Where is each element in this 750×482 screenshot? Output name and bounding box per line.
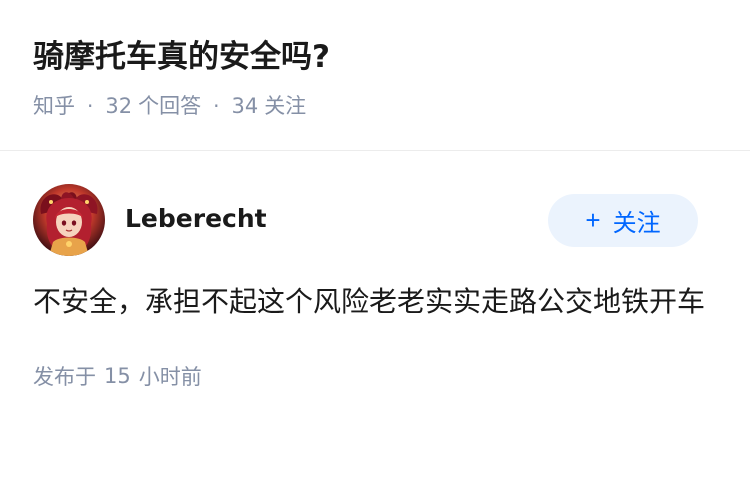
answer-timestamp: 发布于 15 小时前 <box>33 361 717 391</box>
published-unit: 小时前 <box>138 365 202 389</box>
answer-page: 骑摩托车真的安全吗? 知乎 · 32 个回答 · 34 关注 Leberecht… <box>0 0 750 482</box>
answer-card: Leberecht + 关注 不安全，承担不起这个风险老老实实走路公交地铁开车 … <box>0 151 750 391</box>
avatar[interactable] <box>33 184 105 256</box>
meta-separator: · <box>87 94 94 118</box>
follow-count: 34 <box>231 94 259 118</box>
plus-icon: + <box>585 205 601 235</box>
avatar-image <box>33 184 105 256</box>
follow-button[interactable]: + 关注 <box>548 193 698 247</box>
meta-separator: · <box>213 94 220 118</box>
follow-button-label: 关注 <box>612 209 661 237</box>
answer-content[interactable]: 不安全，承担不起这个风险老老实实走路公交地铁开车 <box>33 278 713 325</box>
question-title[interactable]: 骑摩托车真的安全吗? <box>33 34 717 80</box>
question-meta: 知乎 · 32 个回答 · 34 关注 <box>33 89 717 123</box>
question-source[interactable]: 知乎 <box>33 89 75 123</box>
answer-count-label: 个回答 <box>138 94 202 118</box>
published-label: 发布于 <box>33 365 96 389</box>
answer-count: 32 <box>105 94 133 118</box>
follow-count-label: 关注 <box>264 94 307 118</box>
published-value: 15 <box>104 364 131 388</box>
author-name[interactable]: Leberecht <box>125 204 548 233</box>
author-row: Leberecht + 关注 <box>33 184 717 256</box>
question-header: 骑摩托车真的安全吗? 知乎 · 32 个回答 · 34 关注 <box>0 0 750 151</box>
